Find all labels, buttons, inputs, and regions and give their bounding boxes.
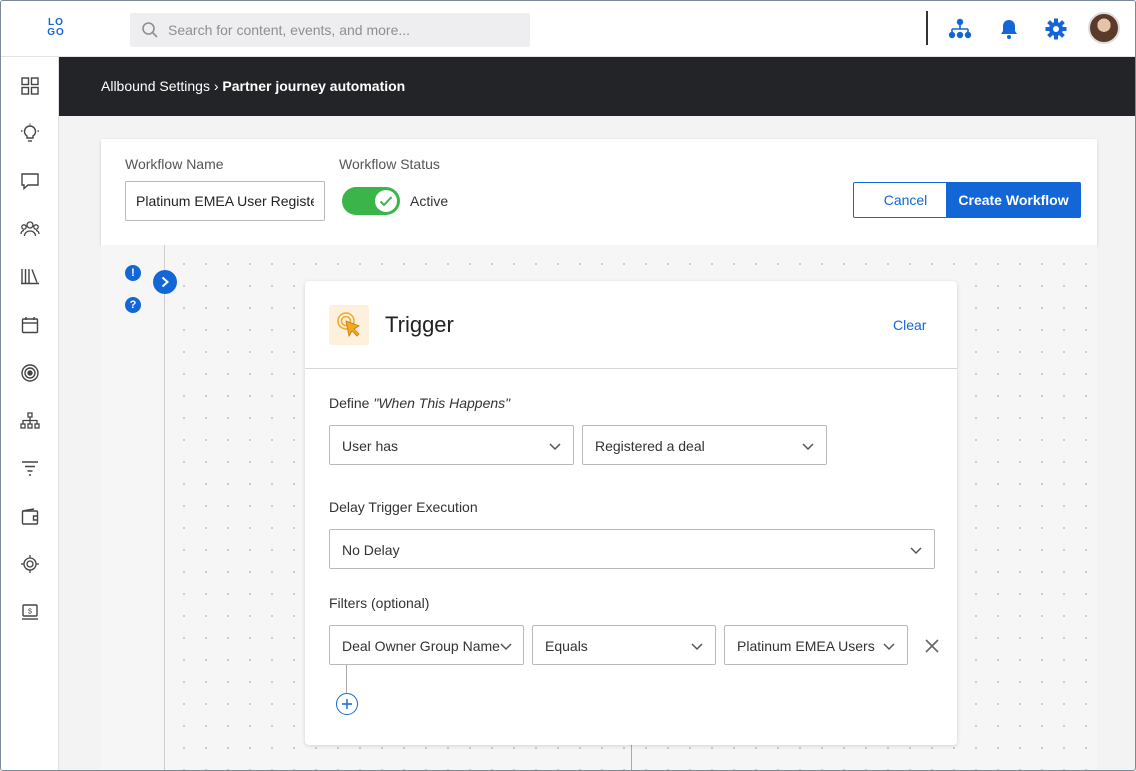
filter-value-select[interactable]: Platinum EMEA Users bbox=[724, 625, 908, 665]
dashboard-icon[interactable] bbox=[20, 76, 40, 96]
workflow-status-value: Active bbox=[410, 193, 449, 209]
hierarchy-icon[interactable] bbox=[20, 411, 40, 431]
delay-select[interactable]: No Delay bbox=[329, 529, 935, 569]
define-label-text: Define bbox=[329, 395, 370, 411]
integration-icon[interactable] bbox=[20, 554, 40, 574]
wallet-icon[interactable] bbox=[20, 507, 40, 527]
filter-connector bbox=[346, 665, 347, 693]
check-icon bbox=[379, 196, 393, 207]
breadcrumb: Allbound Settings › Partner journey auto… bbox=[101, 78, 405, 94]
side-navigation: $ bbox=[1, 57, 59, 770]
org-chart-icon[interactable] bbox=[947, 16, 973, 42]
workflow-name-input[interactable] bbox=[125, 181, 325, 221]
target-icon[interactable] bbox=[20, 363, 40, 383]
trigger-divider bbox=[305, 368, 957, 369]
top-bar: LO GO bbox=[1, 1, 1135, 57]
chat-icon[interactable] bbox=[20, 171, 40, 191]
filter-field-select[interactable]: Deal Owner Group Name bbox=[329, 625, 524, 665]
chevron-down-icon bbox=[691, 639, 703, 655]
filter-operator-value: Equals bbox=[545, 638, 588, 654]
filter-operator-select[interactable]: Equals bbox=[532, 625, 716, 665]
trigger-clear-link[interactable]: Clear bbox=[893, 317, 926, 333]
chevron-down-icon bbox=[802, 439, 814, 455]
workflow-header-card: Workflow Name Workflow Status Active Can… bbox=[101, 139, 1097, 245]
chevron-right-icon bbox=[161, 276, 169, 288]
workflow-status-toggle[interactable] bbox=[342, 187, 400, 215]
define-label-quote: "When This Happens" bbox=[373, 395, 511, 411]
page-header-bar: Allbound Settings › Partner journey auto… bbox=[59, 57, 1135, 116]
breadcrumb-parent[interactable]: Allbound Settings bbox=[101, 78, 210, 94]
expand-panel-button[interactable] bbox=[153, 270, 177, 294]
flow-connector bbox=[631, 745, 632, 770]
close-icon bbox=[925, 639, 939, 653]
canvas-panel-divider bbox=[164, 245, 165, 770]
gear-icon[interactable] bbox=[1043, 16, 1069, 42]
filter-icon[interactable] bbox=[20, 458, 40, 478]
lightbulb-icon[interactable] bbox=[20, 123, 40, 143]
billing-icon[interactable]: $ bbox=[20, 602, 40, 622]
calendar-icon[interactable] bbox=[20, 315, 40, 335]
breadcrumb-separator: › bbox=[213, 78, 219, 94]
delay-label: Delay Trigger Execution bbox=[329, 499, 478, 515]
toolbar-divider bbox=[926, 11, 928, 45]
library-icon[interactable] bbox=[20, 266, 40, 286]
breadcrumb-current: Partner journey automation bbox=[222, 78, 406, 94]
trigger-card: Trigger Clear Define "When This Happens"… bbox=[305, 281, 957, 745]
user-avatar[interactable] bbox=[1088, 12, 1120, 44]
remove-filter-button[interactable] bbox=[922, 636, 942, 656]
app-window: LO GO Search for content, events, and mo… bbox=[0, 0, 1136, 771]
chevron-down-icon bbox=[549, 439, 561, 455]
event-select-value: Registered a deal bbox=[595, 438, 705, 454]
bell-icon[interactable] bbox=[996, 16, 1022, 42]
add-filter-button[interactable] bbox=[336, 693, 358, 715]
delay-select-value: No Delay bbox=[342, 542, 400, 558]
create-workflow-button[interactable]: Create Workflow bbox=[946, 182, 1081, 218]
search-icon bbox=[141, 21, 159, 44]
chevron-down-icon bbox=[500, 639, 512, 655]
trigger-click-icon bbox=[329, 305, 369, 345]
filter-field-value: Deal Owner Group Name bbox=[342, 638, 500, 654]
help-icon[interactable]: ? bbox=[125, 297, 141, 313]
chevron-down-icon bbox=[910, 543, 922, 559]
filter-value-value: Platinum EMEA Users bbox=[737, 638, 875, 654]
workflow-status-label: Workflow Status bbox=[339, 156, 440, 172]
trigger-title: Trigger bbox=[385, 312, 454, 337]
search-bar[interactable] bbox=[130, 13, 530, 47]
cancel-button[interactable]: Cancel bbox=[853, 182, 958, 218]
app-logo[interactable]: LO GO bbox=[45, 18, 67, 40]
subject-select[interactable]: User has bbox=[329, 425, 574, 465]
subject-select-value: User has bbox=[342, 438, 399, 454]
workflow-name-label: Workflow Name bbox=[125, 156, 224, 172]
search-input[interactable] bbox=[168, 13, 518, 47]
define-label: Define "When This Happens" bbox=[329, 395, 510, 411]
users-icon[interactable] bbox=[20, 219, 40, 239]
event-select[interactable]: Registered a deal bbox=[582, 425, 827, 465]
alert-icon[interactable]: ! bbox=[125, 265, 141, 281]
filters-label: Filters (optional) bbox=[329, 595, 430, 611]
svg-text:$: $ bbox=[28, 609, 32, 616]
plus-icon bbox=[342, 699, 352, 709]
chevron-down-icon bbox=[883, 639, 895, 655]
toggle-knob bbox=[375, 190, 397, 212]
